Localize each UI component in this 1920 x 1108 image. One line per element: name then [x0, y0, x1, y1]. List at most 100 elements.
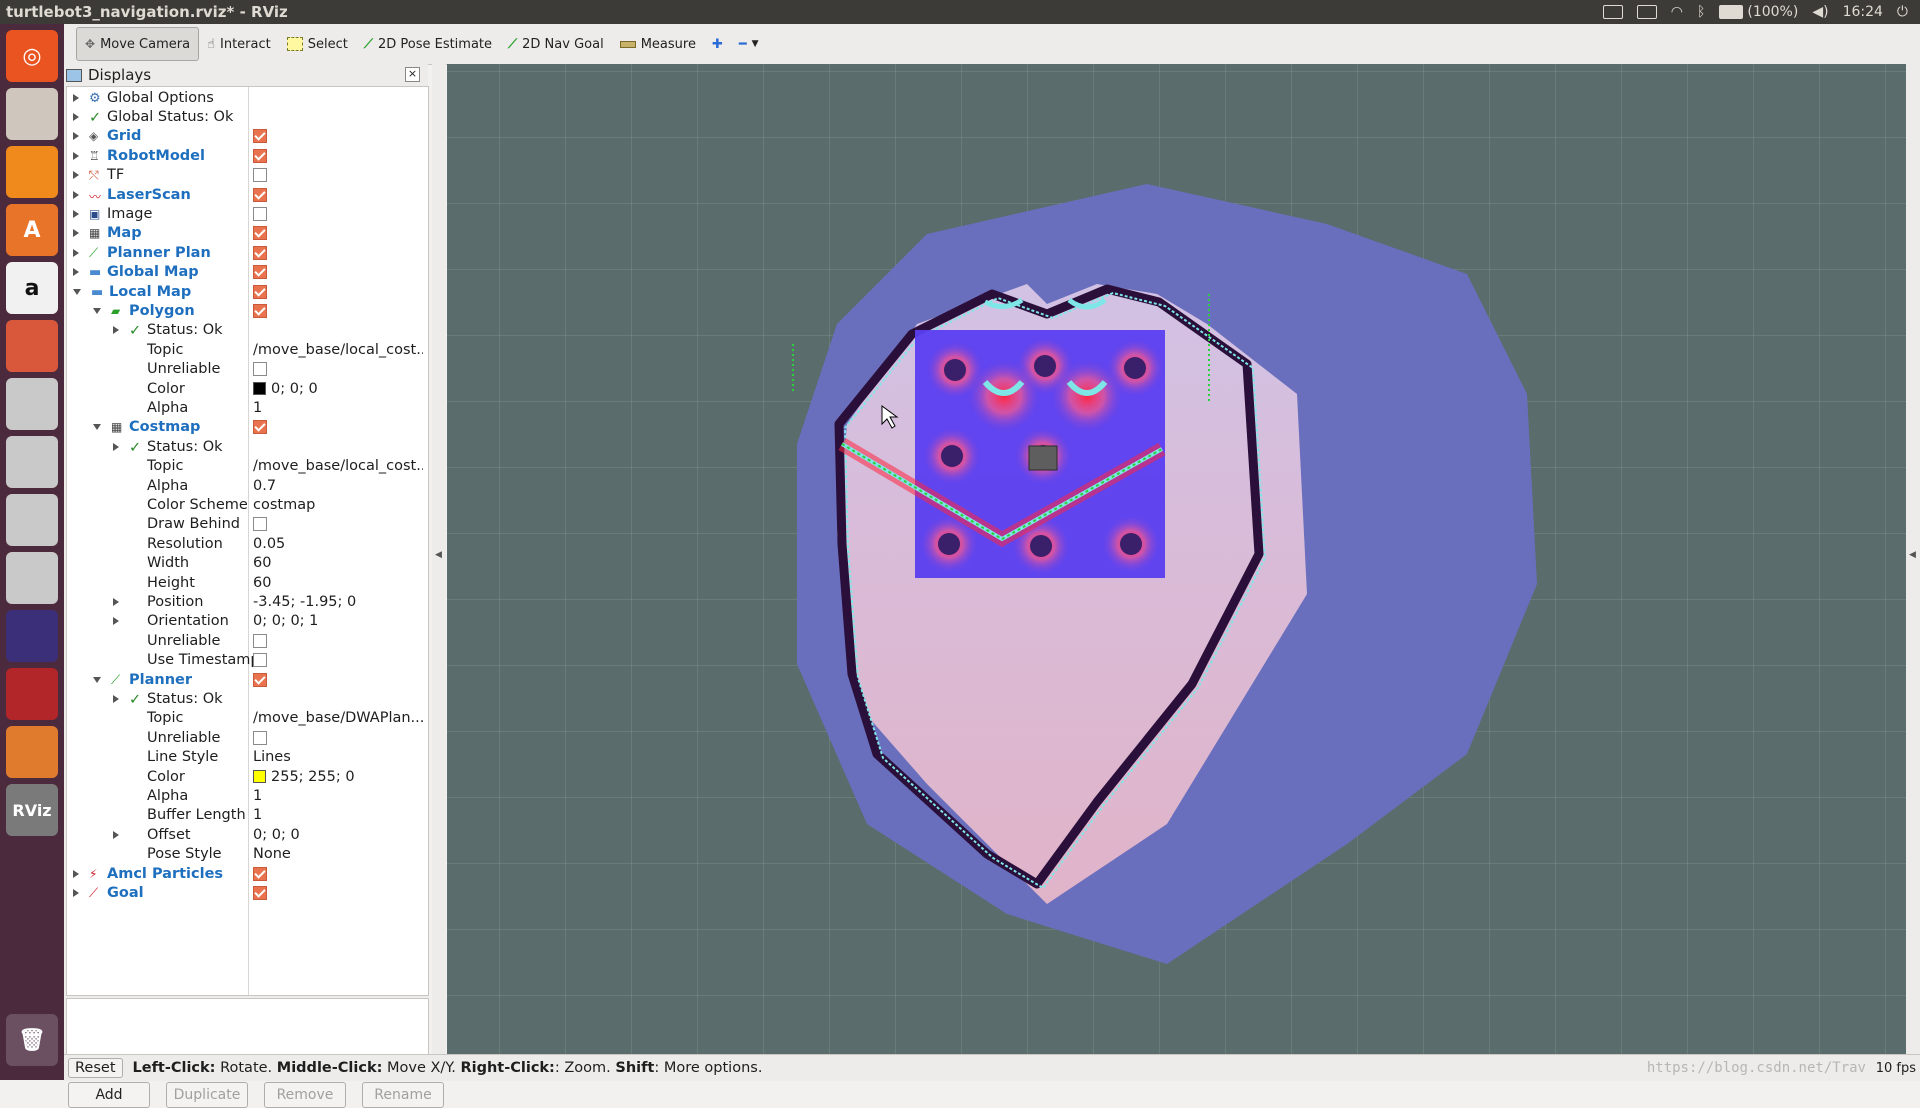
tree-row-value[interactable]: 0.05	[253, 536, 285, 552]
drive-icon-3[interactable]	[6, 494, 58, 546]
expanded-arrow-icon[interactable]	[93, 307, 101, 314]
battery-indicator[interactable]: (100%)	[1719, 4, 1798, 20]
interact-tool[interactable]: ☝ Interact	[199, 28, 279, 60]
collapsed-arrow-icon[interactable]	[73, 248, 79, 257]
checkbox-checked[interactable]	[253, 866, 267, 881]
tree-row-status-ok[interactable]: ✓ Status: Ok	[67, 689, 428, 708]
tree-row-value[interactable]: 0; 0; 0	[253, 827, 300, 843]
select-tool[interactable]: Select	[279, 28, 356, 60]
keyboard-icon[interactable]	[1602, 5, 1623, 19]
checkbox-checked[interactable]	[253, 420, 267, 435]
tree-row-value[interactable]	[253, 517, 267, 532]
collapsed-arrow-icon[interactable]	[113, 326, 119, 335]
tree-row-unreliable[interactable]: Unreliable	[67, 360, 428, 379]
add-tool-button[interactable]: ✚	[704, 28, 731, 60]
app-icon-orange[interactable]	[6, 726, 58, 778]
drive-icon-2[interactable]	[6, 436, 58, 488]
tree-row-status-ok[interactable]: ✓ Status: Ok	[67, 321, 428, 340]
firefox-icon[interactable]	[6, 146, 58, 198]
checkbox-unchecked[interactable]	[253, 633, 267, 648]
expanded-arrow-icon[interactable]	[73, 288, 81, 295]
tree-row-value[interactable]	[253, 265, 267, 280]
power-icon[interactable]: ⏻	[1897, 4, 1908, 20]
render-viewport[interactable]	[447, 64, 1906, 1054]
tree-row-value[interactable]: 0; 0; 0; 1	[253, 613, 318, 629]
tree-row-value[interactable]: /move_base/local_cost...	[253, 458, 423, 474]
ubuntu-dash-icon[interactable]: ◎	[6, 30, 58, 82]
tree-row-image[interactable]: ▣ Image	[67, 204, 428, 223]
tree-row-line-style[interactable]: Line Style Lines	[67, 748, 428, 767]
checkbox-checked[interactable]	[253, 284, 267, 299]
bluetooth-icon[interactable]: ᛒ	[1697, 4, 1705, 20]
tree-row-position[interactable]: Position -3.45; -1.95; 0	[67, 592, 428, 611]
tree-row-value[interactable]	[253, 187, 267, 202]
tree-row-value[interactable]	[253, 148, 267, 163]
collapsed-arrow-icon[interactable]	[73, 268, 79, 277]
tree-row-alpha[interactable]: Alpha 1	[67, 786, 428, 805]
tree-row-value[interactable]: 0; 0; 0	[253, 381, 318, 397]
tree-row-global-status-ok[interactable]: ✓ Global Status: Ok	[67, 107, 428, 126]
tree-row-color[interactable]: Color 255; 255; 0	[67, 767, 428, 786]
trash-icon[interactable]: 🗑	[6, 1014, 58, 1066]
checkbox-unchecked[interactable]	[253, 206, 267, 221]
collapsed-arrow-icon[interactable]	[73, 209, 79, 218]
tree-row-value[interactable]: 1	[253, 788, 262, 804]
software-center-icon[interactable]: A	[6, 204, 58, 256]
collapsed-arrow-icon[interactable]	[73, 93, 79, 102]
expanded-arrow-icon[interactable]	[93, 424, 101, 431]
tree-row-value[interactable]: /move_base/DWAPlan...	[253, 710, 423, 726]
tree-row-goal[interactable]: ⟋ Goal	[67, 883, 428, 902]
tree-row-value[interactable]	[253, 226, 267, 241]
reset-button[interactable]: Reset	[68, 1058, 123, 1078]
close-icon[interactable]: ×	[405, 67, 420, 82]
add-button[interactable]: Add	[68, 1082, 150, 1108]
rviz-icon[interactable]: RViz	[6, 784, 58, 836]
drive-icon-1[interactable]	[6, 378, 58, 430]
volume-icon[interactable]: ◀)	[1812, 4, 1828, 20]
tree-row-value[interactable]: costmap	[253, 497, 315, 513]
tree-row-value[interactable]: 60	[253, 555, 271, 571]
tree-row-value[interactable]	[253, 206, 267, 221]
left-splitter[interactable]: ◀	[432, 64, 446, 1054]
tree-row-draw-behind[interactable]: Draw Behind	[67, 515, 428, 534]
tree-row-amcl-particles[interactable]: ⚡ Amcl Particles	[67, 864, 428, 883]
tree-row-value[interactable]	[253, 672, 267, 687]
tree-row-value[interactable]	[253, 633, 267, 648]
tree-row-color[interactable]: Color 0; 0; 0	[67, 379, 428, 398]
checkbox-checked[interactable]	[253, 187, 267, 202]
tree-row-value[interactable]	[253, 420, 267, 435]
tree-row-value[interactable]	[253, 284, 267, 299]
tree-row-value[interactable]: 60	[253, 575, 271, 591]
tree-row-value[interactable]	[253, 730, 267, 745]
tree-row-grid[interactable]: ◈ Grid	[67, 127, 428, 146]
color-swatch[interactable]	[253, 770, 266, 783]
tree-row-value[interactable]: Lines	[253, 749, 291, 765]
collapsed-arrow-icon[interactable]	[73, 888, 79, 897]
checkbox-unchecked[interactable]	[253, 730, 267, 745]
drive-icon-4[interactable]	[6, 552, 58, 604]
keyboard-layout-icon[interactable]	[1636, 5, 1657, 19]
tree-row-value[interactable]: 255; 255; 0	[253, 769, 355, 785]
tree-row-unreliable[interactable]: Unreliable	[67, 631, 428, 650]
tree-row-value[interactable]	[253, 245, 267, 260]
checkbox-checked[interactable]	[253, 672, 267, 687]
pose-estimate-tool[interactable]: ⟋ 2D Pose Estimate	[356, 28, 500, 60]
checkbox-unchecked[interactable]	[253, 168, 267, 183]
checkbox-checked[interactable]	[253, 148, 267, 163]
tree-row-map[interactable]: ▦ Map	[67, 224, 428, 243]
tree-row-offset[interactable]: Offset 0; 0; 0	[67, 825, 428, 844]
clock[interactable]: 16:24	[1843, 4, 1883, 20]
collapsed-arrow-icon[interactable]	[113, 694, 119, 703]
collapsed-arrow-icon[interactable]	[73, 132, 79, 141]
wifi-icon[interactable]: ◠	[1671, 4, 1683, 20]
collapsed-arrow-icon[interactable]	[73, 151, 79, 160]
tree-row-buffer-length[interactable]: Buffer Length 1	[67, 806, 428, 825]
tree-row-planner[interactable]: ⟋ Planner	[67, 670, 428, 689]
checkbox-checked[interactable]	[253, 129, 267, 144]
tree-row-value[interactable]	[253, 129, 267, 144]
tree-row-height[interactable]: Height 60	[67, 573, 428, 592]
collapsed-arrow-icon[interactable]	[73, 869, 79, 878]
tree-row-pose-style[interactable]: Pose Style None	[67, 845, 428, 864]
tree-row-value[interactable]	[253, 866, 267, 881]
collapsed-arrow-icon[interactable]	[73, 171, 79, 180]
